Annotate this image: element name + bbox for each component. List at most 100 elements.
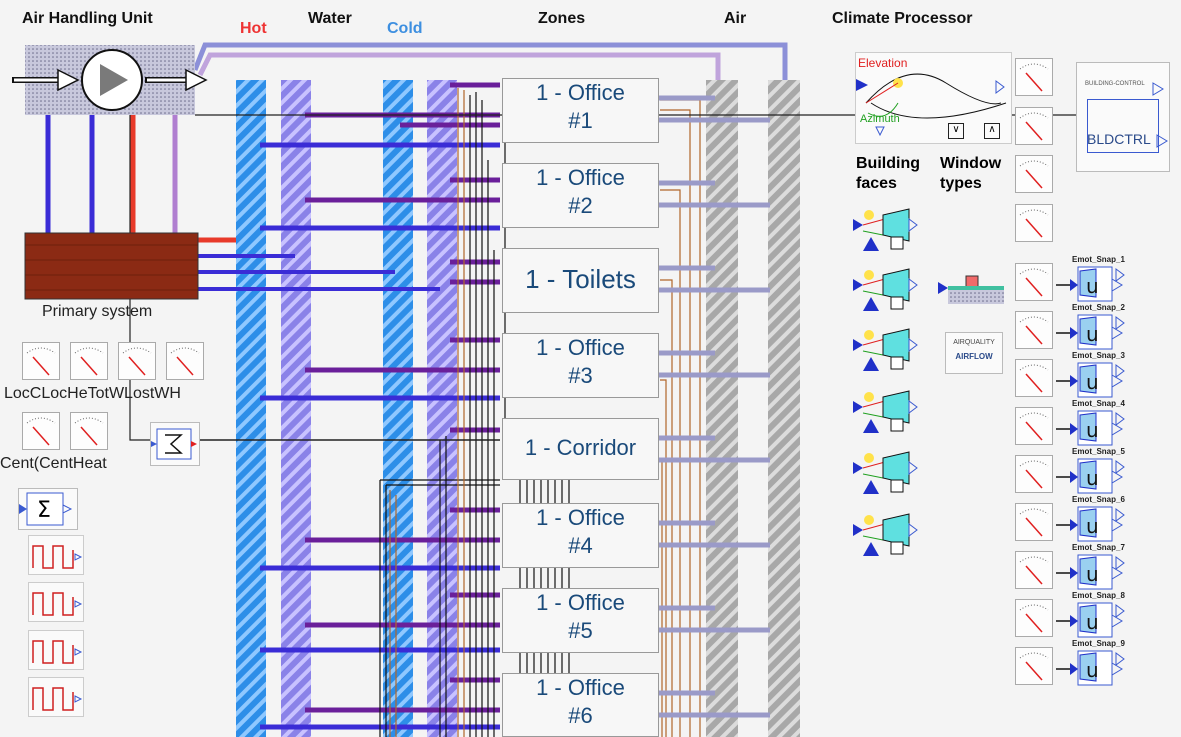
emot-snap-block[interactable]: u <box>1056 553 1125 593</box>
gauge-icon[interactable] <box>1015 155 1053 193</box>
pulse-generator-icon[interactable] <box>28 677 84 717</box>
window-type-icon[interactable] <box>938 272 1008 308</box>
gauge-icon[interactable] <box>1015 359 1053 397</box>
gauge-icon[interactable] <box>1015 204 1053 242</box>
emot-snap-block[interactable]: u <box>1056 313 1125 353</box>
gauge-icon[interactable] <box>1015 455 1053 493</box>
elevation-label: Elevation <box>858 56 908 70</box>
zone-office-3[interactable]: 1 - Office #3 <box>502 333 659 398</box>
zone-number: #4 <box>568 533 593 558</box>
emot-snap-label: Emot_Snap_1 <box>1072 255 1125 264</box>
emot-snap-block[interactable]: u <box>1056 265 1125 305</box>
zone-office-2[interactable]: 1 - Office #2 <box>502 163 659 228</box>
emot-snap-block[interactable]: u <box>1056 601 1125 641</box>
up-arrow-icon[interactable]: ∧ <box>984 123 1000 139</box>
header-air: Air <box>724 10 747 27</box>
gauge-icon[interactable] <box>1015 503 1053 541</box>
gauge-icon[interactable] <box>22 342 60 380</box>
svg-text:u: u <box>1086 274 1099 298</box>
header-water: Water <box>308 10 352 27</box>
emot-snap-label: Emot_Snap_4 <box>1072 399 1125 408</box>
heat-exchanger-block[interactable] <box>150 422 200 466</box>
zone-corridor[interactable]: 1 - Corridor <box>502 418 659 480</box>
cold-water-column <box>383 80 413 737</box>
down-arrow-icon[interactable]: ∨ <box>948 123 964 139</box>
pulse-generator-icon[interactable] <box>28 582 84 622</box>
zone-label: 1 - Office <box>536 335 625 360</box>
header-cold: Cold <box>387 20 423 37</box>
hot-return-column <box>281 80 311 737</box>
emot-snap-label: Emot_Snap_9 <box>1072 639 1125 648</box>
zone-label: 1 - Office <box>536 590 625 615</box>
gauge-icon[interactable] <box>1015 58 1053 96</box>
building-face-icon[interactable] <box>853 510 925 558</box>
zone-label: 1 - Corridor <box>524 435 637 460</box>
pulse-generator-icon[interactable] <box>28 535 84 575</box>
gauge-icon[interactable] <box>1015 599 1053 637</box>
zone-label: 1 - Office <box>536 165 625 190</box>
gauge-icon[interactable] <box>166 342 204 380</box>
zone-toilets[interactable]: 1 - Toilets <box>502 248 659 313</box>
gauge-icon[interactable] <box>1015 647 1053 685</box>
emot-snap-label: Emot_Snap_7 <box>1072 543 1125 552</box>
gauge-icon[interactable] <box>70 412 108 450</box>
zone-office-6[interactable]: 1 - Office #6 <box>502 673 659 737</box>
gauge-icon[interactable] <box>1015 107 1053 145</box>
building-face-icon[interactable] <box>853 448 925 496</box>
zone-office-1[interactable]: 1 - Office #1 <box>502 78 659 143</box>
zone-label: 1 - Toilets <box>525 264 636 294</box>
emot-snap-block[interactable]: u <box>1056 457 1125 497</box>
zone-number: #5 <box>568 618 593 643</box>
building-face-icon[interactable] <box>853 325 925 373</box>
air-supply-column <box>706 80 738 737</box>
building-face-icon[interactable] <box>853 265 925 313</box>
zone-office-5[interactable]: 1 - Office #5 <box>502 588 659 653</box>
emot-snap-block[interactable]: u <box>1056 409 1125 449</box>
building-control-block[interactable]: BUILDING-CONTROL BLDCTRL <box>1076 62 1170 172</box>
building-face-icon[interactable] <box>853 205 925 253</box>
zone-label: 1 - Office <box>536 675 625 700</box>
svg-text:u: u <box>1086 562 1099 586</box>
airquality-block[interactable]: AIRQUALITY AIRFLOW <box>945 332 1003 374</box>
primary-system-label: Primary system <box>42 303 153 320</box>
gauge-icon[interactable] <box>1015 263 1053 301</box>
primary-system-block[interactable] <box>24 232 199 300</box>
zone-number: #3 <box>568 363 593 388</box>
airflow-label: AIRFLOW <box>955 352 993 361</box>
zone-label: 1 - Office <box>536 505 625 530</box>
emot-snap-block[interactable]: u <box>1056 505 1125 545</box>
gauge-icon[interactable] <box>1015 551 1053 589</box>
emot-snap-label: Emot_Snap_2 <box>1072 303 1125 312</box>
meter-labels-row2: Cent(CentHeat <box>0 455 107 472</box>
building-faces-label: Building faces <box>856 155 920 192</box>
svg-text:Σ: Σ <box>37 498 51 523</box>
building-face-icon[interactable] <box>853 387 925 435</box>
emot-snap-label: Emot_Snap_8 <box>1072 591 1125 600</box>
svg-text:u: u <box>1086 610 1099 634</box>
emot-snap-label: Emot_Snap_3 <box>1072 351 1125 360</box>
sun-position-block[interactable]: Elevation Azimuth ∨ ∧ <box>855 52 1012 144</box>
svg-text:u: u <box>1086 658 1099 682</box>
sum-block[interactable]: Σ <box>18 488 78 530</box>
gauge-icon[interactable] <box>70 342 108 380</box>
pulse-generator-icon[interactable] <box>28 630 84 670</box>
emot-snap-label: Emot_Snap_6 <box>1072 495 1125 504</box>
meter-labels-row1: LocC​LocHe​TotW​LostWH <box>4 385 181 402</box>
header-climate: Climate Processor <box>832 10 973 27</box>
svg-text:u: u <box>1086 418 1099 442</box>
zone-office-4[interactable]: 1 - Office #4 <box>502 503 659 568</box>
emot-snap-block[interactable]: u <box>1056 649 1125 689</box>
zone-number: #1 <box>568 108 593 133</box>
zone-number: #6 <box>568 703 593 728</box>
svg-text:u: u <box>1086 322 1099 346</box>
header-ahu: Air Handling Unit <box>22 10 153 27</box>
header-zones: Zones <box>538 10 586 27</box>
gauge-icon[interactable] <box>118 342 156 380</box>
zone-number: #2 <box>568 193 593 218</box>
svg-text:u: u <box>1086 370 1099 394</box>
emot-snap-block[interactable]: u <box>1056 361 1125 401</box>
header-hot: Hot <box>240 20 267 37</box>
gauge-icon[interactable] <box>22 412 60 450</box>
gauge-icon[interactable] <box>1015 311 1053 349</box>
gauge-icon[interactable] <box>1015 407 1053 445</box>
